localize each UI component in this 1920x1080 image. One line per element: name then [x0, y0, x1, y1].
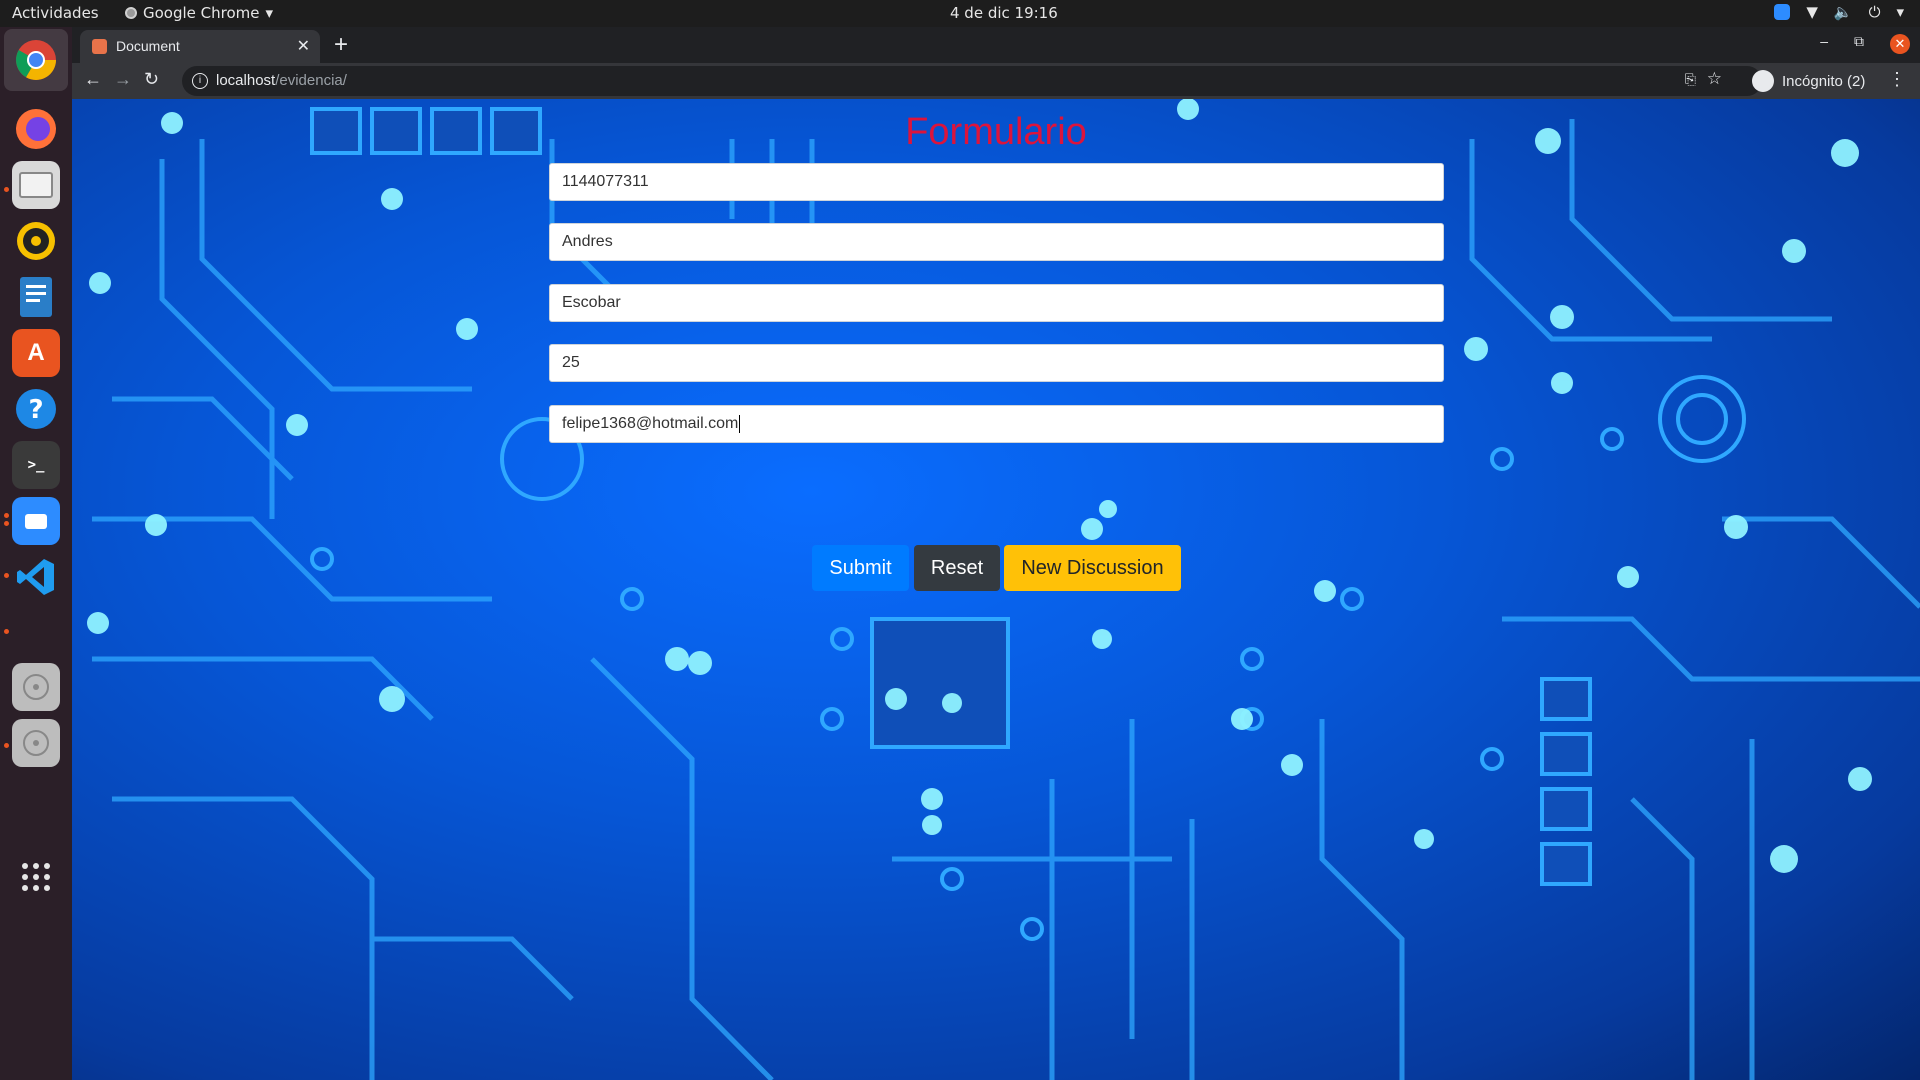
help-launcher[interactable]: ?	[12, 385, 60, 433]
tab-title: Document	[116, 38, 180, 54]
firefox-launcher[interactable]	[12, 105, 60, 153]
address-bar[interactable]: i localhost/evidencia/ ⎘ ☆	[182, 66, 1762, 96]
running-indicator	[4, 521, 9, 526]
activities-button[interactable]: Actividades	[12, 4, 99, 22]
submit-button[interactable]: Submit	[812, 545, 909, 591]
age-value: 25	[562, 354, 580, 371]
app-menu-label: Google Chrome	[143, 4, 260, 22]
files-icon	[19, 172, 53, 198]
new-discussion-button[interactable]: New Discussion	[1004, 545, 1181, 591]
chevron-down-icon: ▾	[1896, 3, 1904, 21]
writer-launcher[interactable]	[12, 273, 60, 321]
terminal-icon: >_	[27, 457, 45, 473]
svg-text:?: ?	[28, 395, 43, 425]
disk-icon	[23, 730, 49, 756]
email-field[interactable]: felipe1368@hotmail.com	[549, 405, 1444, 443]
last-name-field[interactable]: Escobar	[549, 284, 1444, 322]
chevron-down-icon: ▾	[265, 4, 274, 22]
rhythmbox-icon	[17, 222, 55, 260]
minimize-button[interactable]: –	[1820, 33, 1828, 49]
clock[interactable]: 4 de dic 19:16	[950, 4, 1058, 22]
running-indicator	[4, 573, 9, 578]
age-field[interactable]: 25	[549, 344, 1444, 382]
zoom-indicator-icon[interactable]	[1774, 4, 1791, 20]
forward-icon[interactable]: →	[114, 69, 132, 90]
tab-document[interactable]: Document ✕	[80, 30, 320, 63]
power-icon: ⏻	[1868, 3, 1881, 21]
vscode-launcher[interactable]	[12, 553, 60, 601]
zoom-launcher[interactable]	[12, 497, 60, 545]
software-center-icon: A	[27, 339, 45, 366]
tab-close-icon[interactable]: ✕	[297, 36, 310, 56]
translate-icon[interactable]: ⎘	[1685, 71, 1696, 88]
favicon-icon	[92, 39, 107, 54]
running-indicator	[4, 187, 9, 192]
new-tab-button[interactable]: +	[334, 31, 348, 59]
back-icon[interactable]: ←	[84, 69, 102, 90]
help-icon: ?	[16, 389, 56, 429]
show-apps-button[interactable]	[12, 853, 60, 901]
incognito-icon	[1752, 70, 1774, 92]
rhythmbox-launcher[interactable]	[12, 217, 60, 265]
running-indicator	[4, 629, 9, 634]
incognito-label: Incógnito (2)	[1782, 72, 1866, 90]
window-close-button[interactable]: ✕	[1890, 34, 1910, 54]
document-value: 1144077311	[562, 173, 649, 190]
dock: A ? >_	[0, 27, 72, 1080]
libreoffice-writer-icon	[20, 277, 52, 317]
chrome-launcher[interactable]	[4, 29, 68, 91]
software-launcher[interactable]: A	[12, 329, 60, 377]
firefox-icon	[16, 109, 56, 149]
disk-icon	[23, 674, 49, 700]
email-value: felipe1368@hotmail.com	[562, 415, 739, 432]
page-viewport: Formulario 1144077311 Andres Escobar 25 …	[72, 99, 1920, 1080]
disk-launcher-2[interactable]	[12, 719, 60, 767]
first-name-field[interactable]: Andres	[549, 223, 1444, 261]
running-indicator	[4, 743, 9, 748]
volume-icon: 🔈	[1833, 3, 1853, 21]
app-menu[interactable]: Google Chrome ▾	[125, 4, 273, 22]
maximize-button[interactable]: ⧉	[1854, 33, 1864, 50]
last-name-value: Escobar	[562, 294, 621, 311]
vscode-icon	[17, 559, 54, 595]
info-icon[interactable]: i	[192, 73, 208, 89]
zoom-icon	[25, 513, 47, 529]
page-title: Formulario	[905, 111, 1087, 153]
chrome-icon	[16, 40, 56, 80]
first-name-value: Andres	[562, 233, 613, 250]
chrome-window: Document ✕ + – ⧉ ✕ ← → ↻ i localhost/evi…	[72, 27, 1920, 1080]
disk-launcher-1[interactable]	[12, 663, 60, 711]
bookmark-star-icon[interactable]: ☆	[1707, 69, 1722, 89]
running-indicator	[4, 513, 9, 518]
show-apps-icon	[22, 863, 50, 891]
browser-toolbar: ← → ↻ i localhost/evidencia/ ⎘ ☆ Incógni…	[72, 63, 1920, 99]
chrome-small-icon	[125, 7, 137, 19]
incognito-indicator[interactable]: Incógnito (2)	[1752, 66, 1865, 96]
reset-button[interactable]: Reset	[914, 545, 1000, 591]
system-tray[interactable]: ▼ 🔈 ⏻ ▾	[1774, 3, 1904, 21]
tab-strip: Document ✕ + – ⧉ ✕	[72, 27, 1920, 63]
terminal-launcher[interactable]: >_	[12, 441, 60, 489]
files-launcher[interactable]	[12, 161, 60, 209]
system-top-bar: Actividades Google Chrome ▾ 4 de dic 19:…	[0, 0, 1920, 27]
wifi-icon: ▼	[1806, 3, 1818, 21]
document-field[interactable]: 1144077311	[549, 163, 1444, 201]
reload-icon[interactable]: ↻	[144, 69, 159, 90]
url-host: localhost	[216, 72, 276, 89]
text-caret	[739, 415, 741, 433]
menu-kebab-icon[interactable]: ⋮	[1888, 69, 1906, 90]
url-text[interactable]: localhost/evidencia/	[216, 72, 347, 89]
url-path: /evidencia/	[275, 72, 347, 89]
